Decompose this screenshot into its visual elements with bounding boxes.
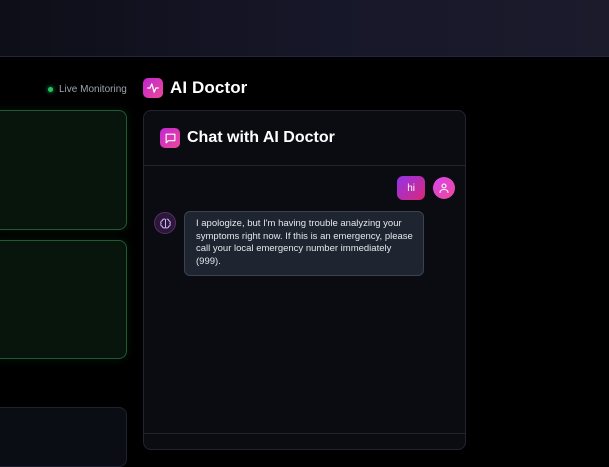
live-monitoring-status: Live Monitoring [48,82,127,96]
assistant-message-bubble: I apologize, but I'm having trouble anal… [184,211,424,276]
info-card[interactable] [0,407,127,467]
chat-title: Chat with AI Doctor [187,129,335,146]
ai-doctor-heading: AI Doctor [143,78,247,98]
user-icon [433,177,455,199]
chat-panel: Chat with AI Doctor hi I apologize, but … [143,110,466,450]
live-indicator-dot [48,86,53,92]
top-navigation-bar [0,0,609,57]
vital-card-2[interactable] [0,240,127,359]
live-monitoring-label: Live Monitoring [59,83,127,95]
user-message: hi [397,176,455,200]
page-title: AI Doctor [170,78,248,97]
assistant-message: I apologize, but I'm having trouble anal… [154,211,424,276]
brain-icon [154,212,176,234]
user-message-bubble: hi [397,176,425,200]
vital-card-1[interactable] [0,110,127,230]
chat-input-divider [144,433,465,434]
message-square-icon [160,128,180,148]
chat-header: Chat with AI Doctor [144,111,465,166]
activity-icon [143,78,163,98]
